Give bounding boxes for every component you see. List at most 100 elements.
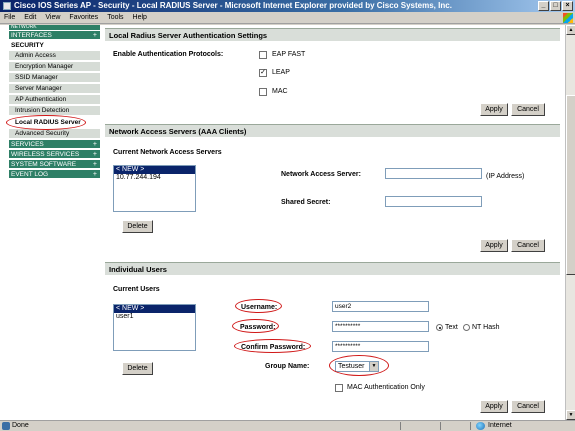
ie-icon <box>3 2 11 10</box>
security-zone: Internet <box>488 422 512 429</box>
nav-advanced-security[interactable]: Advanced Security <box>9 129 100 139</box>
title-bar: Cisco IOS Series AP - Security - Local R… <box>0 0 575 12</box>
list-item[interactable]: < NEW > <box>114 166 195 174</box>
nas-server-input[interactable] <box>385 168 482 179</box>
page-done-icon <box>2 422 10 430</box>
username-label: Username: <box>241 304 278 311</box>
status-separator <box>440 422 441 430</box>
menu-view[interactable]: View <box>45 14 60 21</box>
menu-favorites[interactable]: Favorites <box>69 14 98 21</box>
status-separator <box>400 422 401 430</box>
nt-hash-radio[interactable] <box>463 324 470 331</box>
users-list-label: Current Users <box>113 286 160 293</box>
mac-auth-only-label: MAC Authentication Only <box>347 384 425 391</box>
list-item[interactable]: < NEW > <box>114 305 195 313</box>
status-text: Done <box>12 422 29 429</box>
group-name-value: Testuser <box>338 363 365 370</box>
expand-icon: + <box>92 171 97 178</box>
expand-icon: + <box>92 141 97 148</box>
main-content: Local Radius Server Authentication Setti… <box>105 25 560 420</box>
nav-system-software-label: SYSTEM SOFTWARE <box>11 161 77 168</box>
menu-bar: File Edit View Favorites Tools Help <box>0 12 575 24</box>
group-name-select[interactable]: Testuser ▼ <box>335 361 379 372</box>
status-separator <box>470 422 471 430</box>
leap-label: LEAP <box>272 69 290 76</box>
nav-wireless-services[interactable]: WIRELESS SERVICES + <box>9 150 100 159</box>
nas-apply-button[interactable]: Apply <box>480 239 508 252</box>
leap-checkbox[interactable]: ✓ <box>259 69 267 77</box>
list-item[interactable]: user1 <box>114 313 195 321</box>
nav-services-label: SERVICES <box>11 141 44 148</box>
confirm-password-label: Confirm Password: <box>241 344 306 351</box>
menu-file[interactable]: File <box>4 14 15 21</box>
vertical-scrollbar[interactable]: ▲ ▼ <box>565 25 575 420</box>
users-delete-button[interactable]: Delete <box>122 362 153 375</box>
auth-protocols-label: Enable Authentication Protocols: <box>113 51 224 58</box>
confirm-password-input[interactable]: ********** <box>332 341 429 352</box>
nav-security[interactable]: SECURITY <box>9 41 100 50</box>
mac-label: MAC <box>272 88 288 95</box>
nav-intrusion-detection[interactable]: Intrusion Detection <box>9 106 100 116</box>
scroll-up-icon[interactable]: ▲ <box>566 25 575 35</box>
window-title: Cisco IOS Series AP - Security - Local R… <box>14 1 452 10</box>
auth-cancel-button[interactable]: Cancel <box>511 103 545 116</box>
users-apply-button[interactable]: Apply <box>480 400 508 413</box>
nt-hash-radio-label: NT Hash <box>472 324 500 331</box>
group-name-label: Group Name: <box>265 363 310 370</box>
nas-section-header: Network Access Servers (AAA Clients) <box>105 124 560 137</box>
eap-fast-label: EAP FAST <box>272 51 306 58</box>
windows-logo-icon <box>563 13 573 23</box>
scroll-down-icon[interactable]: ▼ <box>566 410 575 420</box>
auth-section-header: Local Radius Server Authentication Setti… <box>105 28 560 41</box>
nas-list-label: Current Network Access Servers <box>113 149 222 156</box>
password-label: Password: <box>240 324 276 331</box>
nas-server-label: Network Access Server: <box>281 171 361 178</box>
nav-interfaces[interactable]: INTERFACES + <box>9 31 100 40</box>
nas-listbox[interactable]: < NEW > 10.77.244.194 <box>113 165 196 212</box>
nas-delete-button[interactable]: Delete <box>122 220 153 233</box>
nav-ssid-manager[interactable]: SSID Manager <box>9 73 100 83</box>
text-radio[interactable] <box>436 324 443 331</box>
nav-ap-authentication[interactable]: AP Authentication <box>9 95 100 105</box>
minimize-button[interactable]: _ <box>538 1 549 11</box>
mac-auth-only-checkbox[interactable] <box>335 384 343 392</box>
nav-server-manager[interactable]: Server Manager <box>9 84 100 94</box>
users-cancel-button[interactable]: Cancel <box>511 400 545 413</box>
menu-edit[interactable]: Edit <box>24 14 36 21</box>
menu-tools[interactable]: Tools <box>107 14 123 21</box>
menu-help[interactable]: Help <box>133 14 147 21</box>
nav-event-log-label: EVENT LOG <box>11 171 49 178</box>
left-nav: NETWORK INTERFACES + SECURITY Admin Acce… <box>6 25 100 420</box>
username-input[interactable]: user2 <box>332 301 429 312</box>
nav-event-log[interactable]: EVENT LOG + <box>9 170 100 179</box>
scroll-thumb[interactable] <box>566 95 575 275</box>
shared-secret-input[interactable] <box>385 196 482 207</box>
chevron-down-icon: ▼ <box>369 362 378 371</box>
nav-interfaces-label: INTERFACES <box>11 32 52 39</box>
nav-admin-access[interactable]: Admin Access <box>9 51 100 61</box>
close-button[interactable]: × <box>562 1 573 11</box>
expand-icon: + <box>92 32 97 39</box>
nav-services[interactable]: SERVICES + <box>9 140 100 149</box>
auth-apply-button[interactable]: Apply <box>480 103 508 116</box>
status-bar: Done Internet <box>0 420 575 431</box>
nav-wireless-services-label: WIRELESS SERVICES <box>11 151 80 158</box>
page-viewport: NETWORK INTERFACES + SECURITY Admin Acce… <box>0 25 565 420</box>
nav-local-radius-server[interactable]: Local RADIUS Server <box>9 117 100 128</box>
expand-icon: + <box>92 161 97 168</box>
ip-address-hint: (IP Address) <box>486 173 525 180</box>
nav-system-software[interactable]: SYSTEM SOFTWARE + <box>9 160 100 169</box>
nav-encryption-manager[interactable]: Encryption Manager <box>9 62 100 72</box>
text-radio-label: Text <box>445 324 458 331</box>
password-input[interactable]: ********** <box>332 321 429 332</box>
nas-cancel-button[interactable]: Cancel <box>511 239 545 252</box>
maximize-button[interactable]: □ <box>550 1 561 11</box>
internet-zone-icon <box>476 422 485 430</box>
list-item[interactable]: 10.77.244.194 <box>114 174 195 182</box>
shared-secret-label: Shared Secret: <box>281 199 331 206</box>
users-listbox[interactable]: < NEW > user1 <box>113 304 196 351</box>
eap-fast-checkbox[interactable] <box>259 51 267 59</box>
expand-icon: + <box>92 151 97 158</box>
users-section-header: Individual Users <box>105 262 560 275</box>
mac-checkbox[interactable] <box>259 88 267 96</box>
